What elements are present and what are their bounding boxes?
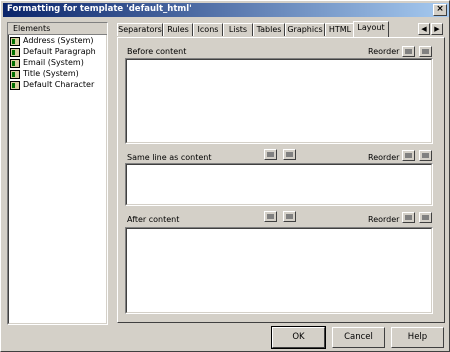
elements-header-label: Elements [13, 24, 51, 33]
paragraph-style-icon [10, 37, 20, 46]
after-reorder-up-button[interactable] [402, 212, 415, 223]
paragraph-style-icon [10, 59, 20, 68]
help-button[interactable]: Help [391, 327, 444, 348]
ok-button[interactable]: OK [271, 326, 326, 349]
tab-icons[interactable]: Icons [193, 23, 223, 36]
title-bar: Formatting for template 'default_html' × [3, 3, 449, 17]
elements-header: Elements [8, 23, 107, 35]
paragraph-style-icon [10, 48, 20, 57]
paragraph-style-icon [10, 70, 20, 79]
list-item-label: Default Character [23, 80, 95, 89]
tab-separators[interactable]: Separators [117, 23, 163, 36]
elements-panel: Elements Address (System) Default Paragr… [7, 22, 108, 325]
same-line-reorder-up-button[interactable] [402, 150, 415, 161]
after-content-label: After content [127, 215, 180, 224]
same-line-reorder-down-button[interactable] [419, 150, 432, 161]
close-button[interactable]: × [433, 4, 447, 16]
after-right-button[interactable] [283, 211, 296, 222]
tab-scroll-right-icon[interactable]: ▶ [431, 23, 443, 35]
elements-list[interactable]: Address (System) Default Paragraph Email… [8, 36, 107, 91]
before-content-area[interactable] [125, 58, 433, 144]
list-item[interactable]: Title (System) [8, 69, 107, 80]
list-item-label: Title (System) [23, 69, 79, 78]
tab-scroll-left-icon[interactable]: ◀ [418, 23, 430, 35]
tab-graphics[interactable]: Graphics [285, 23, 325, 36]
window-title: Formatting for template 'default_html' [7, 4, 192, 14]
list-item-label: Address (System) [23, 36, 94, 45]
after-content-area[interactable] [125, 227, 433, 314]
same-line-reorder-label: Reorder [368, 153, 400, 162]
dialog-window: Formatting for template 'default_html' ×… [0, 0, 450, 352]
list-item-label: Email (System) [23, 58, 84, 67]
list-item-label: Default Paragraph [23, 47, 96, 56]
after-left-button[interactable] [264, 211, 277, 222]
tab-layout[interactable]: Layout [353, 21, 389, 37]
after-reorder-label: Reorder [368, 215, 400, 224]
list-item[interactable]: Default Character [8, 80, 107, 91]
list-item[interactable]: Email (System) [8, 58, 107, 69]
before-reorder-up-button[interactable] [402, 46, 415, 57]
character-style-icon [10, 81, 20, 90]
before-reorder-down-button[interactable] [419, 46, 432, 57]
tab-lists[interactable]: Lists [223, 23, 253, 36]
tab-rules[interactable]: Rules [163, 23, 193, 36]
list-item[interactable]: Default Paragraph [8, 47, 107, 58]
cancel-button[interactable]: Cancel [332, 327, 385, 348]
before-reorder-label: Reorder [368, 47, 400, 56]
before-content-label: Before content [127, 47, 187, 56]
same-line-content-area[interactable] [125, 163, 433, 206]
list-item[interactable]: Address (System) [8, 36, 107, 47]
same-line-right-button[interactable] [283, 149, 296, 160]
tab-html[interactable]: HTML [325, 23, 355, 36]
tab-tables[interactable]: Tables [253, 23, 285, 36]
elements-list-box: Elements Address (System) Default Paragr… [8, 23, 107, 324]
after-reorder-down-button[interactable] [419, 212, 432, 223]
same-line-label: Same line as content [127, 153, 212, 162]
same-line-left-button[interactable] [264, 149, 277, 160]
